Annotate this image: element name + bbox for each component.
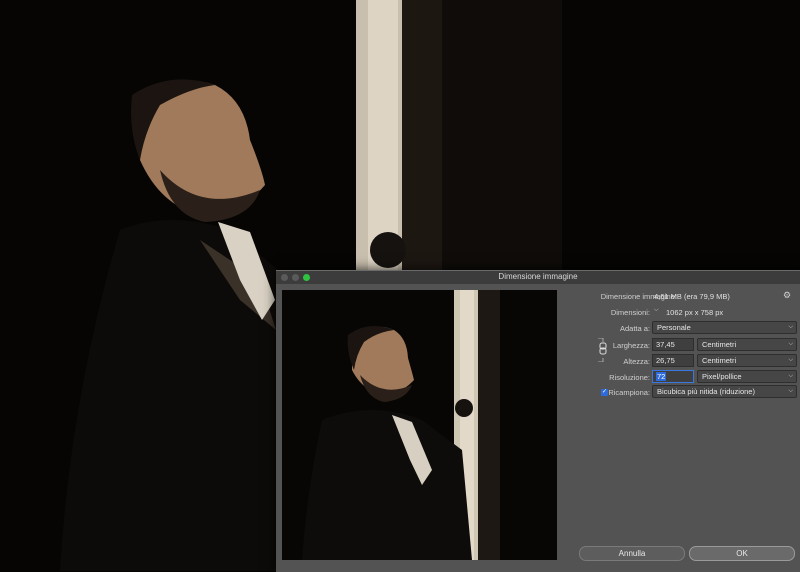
resolution-value: 72 [656, 372, 667, 381]
width-input[interactable]: 37,45 [652, 338, 694, 351]
fit-to-select[interactable]: Personale ⌵ [652, 321, 797, 334]
dialog-titlebar: Dimensione immagine [276, 271, 800, 284]
fit-to-value: Personale [657, 323, 691, 332]
ok-button[interactable]: OK [689, 546, 795, 561]
resolution-unit-value: Pixel/pollice [702, 372, 742, 381]
chevron-updown-icon: ⌵ [788, 373, 793, 379]
chevron-updown-icon: ⌵ [788, 324, 793, 330]
height-value: 26,75 [656, 356, 675, 365]
resolution-label: Risoluzione: [609, 373, 650, 382]
width-label: Larghezza: [612, 341, 650, 350]
height-input[interactable]: 26,75 [652, 354, 694, 367]
width-unit-value: Centimetri [702, 340, 737, 349]
chevron-updown-icon: ⌵ [788, 388, 793, 394]
chevron-updown-icon: ⌵ [788, 357, 793, 363]
height-unit-value: Centimetri [702, 356, 737, 365]
image-preview[interactable] [282, 290, 557, 560]
cancel-button[interactable]: Annulla [579, 546, 685, 561]
image-size-dialog: Dimensione immagine Dimensione immagine:… [276, 270, 800, 572]
gear-icon[interactable]: ⚙ [783, 290, 791, 301]
width-unit-select[interactable]: Centimetri ⌵ [697, 338, 797, 351]
dimensions-value: 1062 px x 758 px [666, 308, 724, 317]
width-value: 37,45 [656, 340, 675, 349]
chevron-down-icon[interactable]: ⌵ [654, 307, 659, 314]
height-unit-select[interactable]: Centimetri ⌵ [697, 354, 797, 367]
resolution-input[interactable]: 72 [652, 370, 694, 383]
resample-value: Bicubica più nitida (riduzione) [657, 387, 755, 396]
resolution-unit-select[interactable]: Pixel/pollice ⌵ [697, 370, 797, 383]
dimensions-label: Dimensioni: [610, 308, 650, 317]
height-label: Altezza: [623, 357, 650, 366]
dialog-title: Dimensione immagine [498, 272, 578, 281]
image-size-value: 4,61 MB (era 79,9 MB) [654, 292, 730, 301]
resample-label: Ricampiona: [608, 388, 650, 397]
fit-to-label: Adatta a: [619, 324, 650, 333]
resample-select[interactable]: Bicubica più nitida (riduzione) ⌵ [652, 385, 797, 398]
chevron-updown-icon: ⌵ [788, 341, 793, 347]
